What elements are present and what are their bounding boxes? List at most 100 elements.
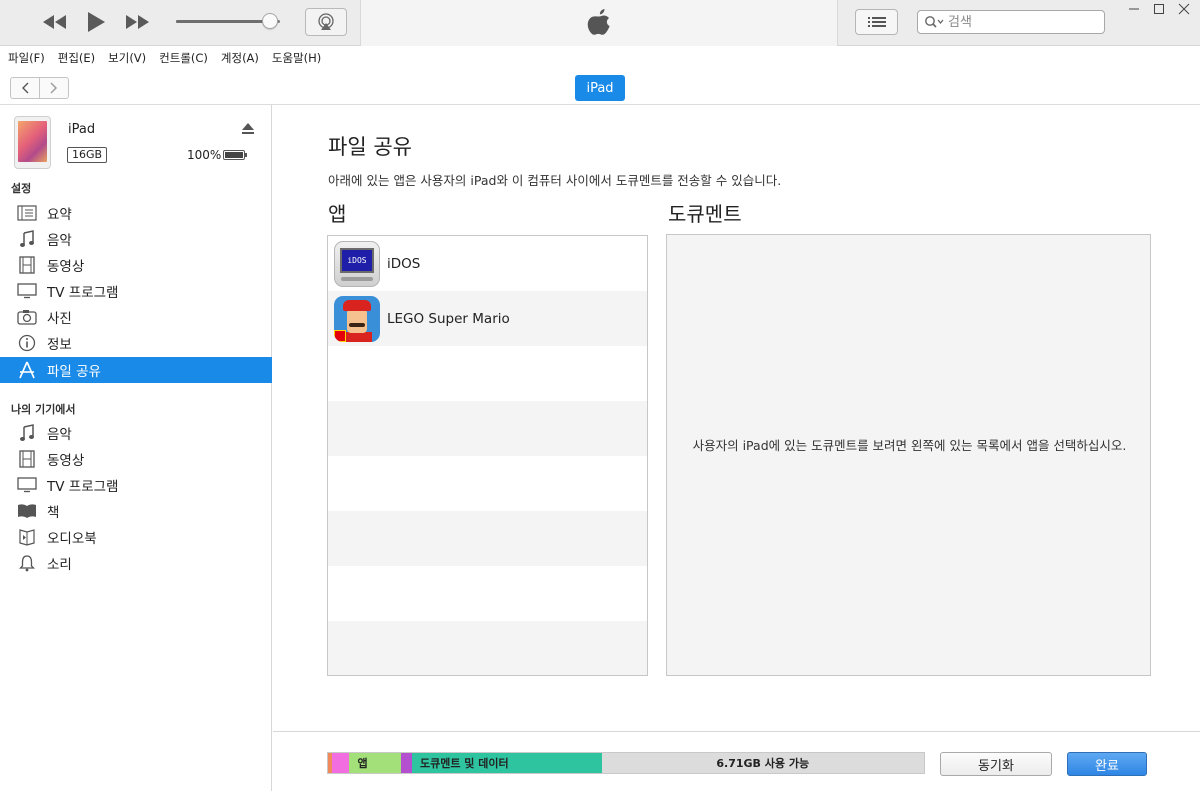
documents-column-header: 도큐멘트 bbox=[668, 202, 742, 226]
previous-track-button[interactable] bbox=[40, 10, 68, 34]
rewind-icon bbox=[43, 15, 66, 29]
empty-list-row bbox=[328, 456, 647, 511]
sidebar-item-label: 음악 bbox=[47, 233, 72, 249]
storage-segment: 도큐멘트 및 데이터 bbox=[412, 753, 602, 773]
empty-list-row bbox=[328, 511, 647, 566]
apple-logo-icon bbox=[587, 9, 610, 35]
menu-file[interactable]: 파일(F) bbox=[8, 50, 45, 66]
sidebar-item-device-movies[interactable]: 동영상 bbox=[0, 446, 272, 472]
sidebar-item-device-books[interactable]: 책 bbox=[0, 498, 272, 524]
player-toolbar bbox=[0, 0, 1200, 46]
audiobook-icon bbox=[16, 528, 38, 546]
battery-icon bbox=[223, 150, 247, 160]
menu-bar: 파일(F) 편집(E) 보기(V) 컨트롤(C) 계정(A) 도움말(H) bbox=[0, 46, 1200, 69]
film-icon bbox=[16, 450, 38, 468]
sidebar-item-label: 요약 bbox=[47, 207, 72, 223]
menu-help[interactable]: 도움말(H) bbox=[272, 50, 321, 66]
minimize-window-button[interactable] bbox=[1122, 0, 1146, 18]
device-capacity-badge: 16GB bbox=[67, 147, 108, 163]
menu-edit[interactable]: 편집(E) bbox=[58, 50, 95, 66]
idos-icon-screen: iDOS bbox=[340, 247, 374, 273]
device-header: iPad 16GB 100% bbox=[0, 105, 272, 177]
app-name: LEGO Super Mario bbox=[387, 310, 510, 327]
done-button[interactable]: 완료 bbox=[1067, 752, 1147, 776]
volume-level bbox=[176, 20, 270, 23]
maximize-window-button[interactable] bbox=[1147, 0, 1171, 18]
menu-account[interactable]: 계정(A) bbox=[221, 50, 259, 66]
camera-icon bbox=[16, 308, 38, 326]
sidebar-item-tv-shows[interactable]: TV 프로그램 bbox=[0, 278, 272, 304]
sidebar-item-summary[interactable]: 요약 bbox=[0, 200, 272, 226]
sidebar-item-label: TV 프로그램 bbox=[47, 285, 119, 301]
lego-super-mario-app-icon bbox=[334, 295, 380, 342]
chevron-left-icon bbox=[21, 82, 29, 94]
empty-list-row bbox=[328, 566, 647, 621]
history-buttons bbox=[10, 77, 69, 99]
list-view-button[interactable] bbox=[855, 9, 898, 35]
eject-icon[interactable] bbox=[241, 122, 255, 136]
tv-icon bbox=[16, 282, 38, 300]
sidebar-item-info[interactable]: 정보 bbox=[0, 330, 272, 356]
bell-icon bbox=[16, 554, 38, 572]
storage-usage-bar: 앱 도큐멘트 및 데이터 6.71GB 사용 가능 bbox=[327, 752, 925, 774]
tv-icon bbox=[16, 476, 38, 494]
device-name: iPad bbox=[68, 122, 96, 137]
apps-column-header: 앱 bbox=[328, 202, 347, 226]
sidebar-item-device-tv-shows[interactable]: TV 프로그램 bbox=[0, 472, 272, 498]
status-display bbox=[360, 0, 838, 46]
music-note-icon bbox=[16, 230, 38, 248]
play-button[interactable] bbox=[84, 10, 108, 34]
ipad-device-icon bbox=[14, 116, 51, 169]
file-sharing-icon bbox=[16, 361, 38, 379]
search-input[interactable] bbox=[948, 14, 1098, 30]
sidebar-item-movies[interactable]: 동영상 bbox=[0, 252, 272, 278]
forward-button[interactable] bbox=[40, 78, 68, 98]
info-icon bbox=[16, 334, 38, 352]
storage-segment bbox=[401, 753, 412, 773]
sidebar-item-label: TV 프로그램 bbox=[47, 479, 119, 495]
storage-segment: 앱 bbox=[349, 753, 402, 773]
sidebar-item-label: 동영상 bbox=[47, 259, 85, 275]
menu-controls[interactable]: 컨트롤(C) bbox=[159, 50, 208, 66]
on-my-device-section-title: 나의 기기에서 bbox=[11, 403, 76, 416]
sidebar-item-device-music[interactable]: 음악 bbox=[0, 420, 272, 446]
book-icon bbox=[16, 502, 38, 520]
volume-knob[interactable] bbox=[261, 13, 278, 29]
navigation-row: iPad bbox=[0, 69, 1200, 105]
sidebar: iPad 16GB 100% 설정 요약 음악 동영상 TV 프로그램 사진 정… bbox=[0, 105, 272, 791]
empty-list-row bbox=[328, 621, 647, 675]
sidebar-item-label: 오디오북 bbox=[47, 531, 97, 547]
sidebar-item-device-tones[interactable]: 소리 bbox=[0, 550, 272, 576]
sidebar-item-device-audiobooks[interactable]: 오디오북 bbox=[0, 524, 272, 550]
documents-panel: 사용자의 iPad에 있는 도큐멘트를 보려면 왼쪽에 있는 목록에서 앱을 선… bbox=[666, 234, 1151, 676]
music-note-icon bbox=[16, 424, 38, 442]
back-button[interactable] bbox=[11, 78, 40, 98]
sync-button[interactable]: 동기화 bbox=[940, 752, 1052, 776]
menu-view[interactable]: 보기(V) bbox=[108, 50, 146, 66]
sidebar-item-label: 파일 공유 bbox=[47, 364, 101, 380]
volume-slider[interactable] bbox=[176, 13, 280, 29]
airplay-button[interactable] bbox=[305, 8, 347, 36]
search-icon bbox=[925, 16, 944, 28]
play-icon bbox=[88, 12, 105, 32]
sidebar-item-photos[interactable]: 사진 bbox=[0, 304, 272, 330]
settings-section-title: 설정 bbox=[11, 182, 32, 195]
device-button[interactable]: iPad bbox=[575, 75, 625, 101]
sidebar-item-label: 음악 bbox=[47, 427, 72, 443]
app-name: iDOS bbox=[387, 255, 421, 272]
sidebar-item-label: 정보 bbox=[47, 337, 72, 353]
sidebar-item-label: 사진 bbox=[47, 311, 72, 327]
next-track-button[interactable] bbox=[124, 10, 152, 34]
app-list-item[interactable]: LEGO Super Mario bbox=[328, 291, 647, 346]
sidebar-item-label: 소리 bbox=[47, 557, 72, 573]
storage-segment bbox=[331, 753, 350, 773]
app-list: iDOS iDOS LEGO Super Mario bbox=[327, 235, 648, 676]
close-icon bbox=[1178, 3, 1190, 15]
app-list-item[interactable]: iDOS iDOS bbox=[328, 236, 647, 291]
search-box[interactable] bbox=[917, 10, 1105, 34]
close-window-button[interactable] bbox=[1172, 0, 1196, 18]
page-title: 파일 공유 bbox=[328, 135, 412, 159]
sidebar-item-file-sharing[interactable]: 파일 공유 bbox=[0, 357, 272, 383]
sidebar-item-music[interactable]: 음악 bbox=[0, 226, 272, 252]
page-description: 아래에 있는 앱은 사용자의 iPad와 이 컴퓨터 사이에서 도큐멘트를 전송… bbox=[328, 173, 782, 188]
